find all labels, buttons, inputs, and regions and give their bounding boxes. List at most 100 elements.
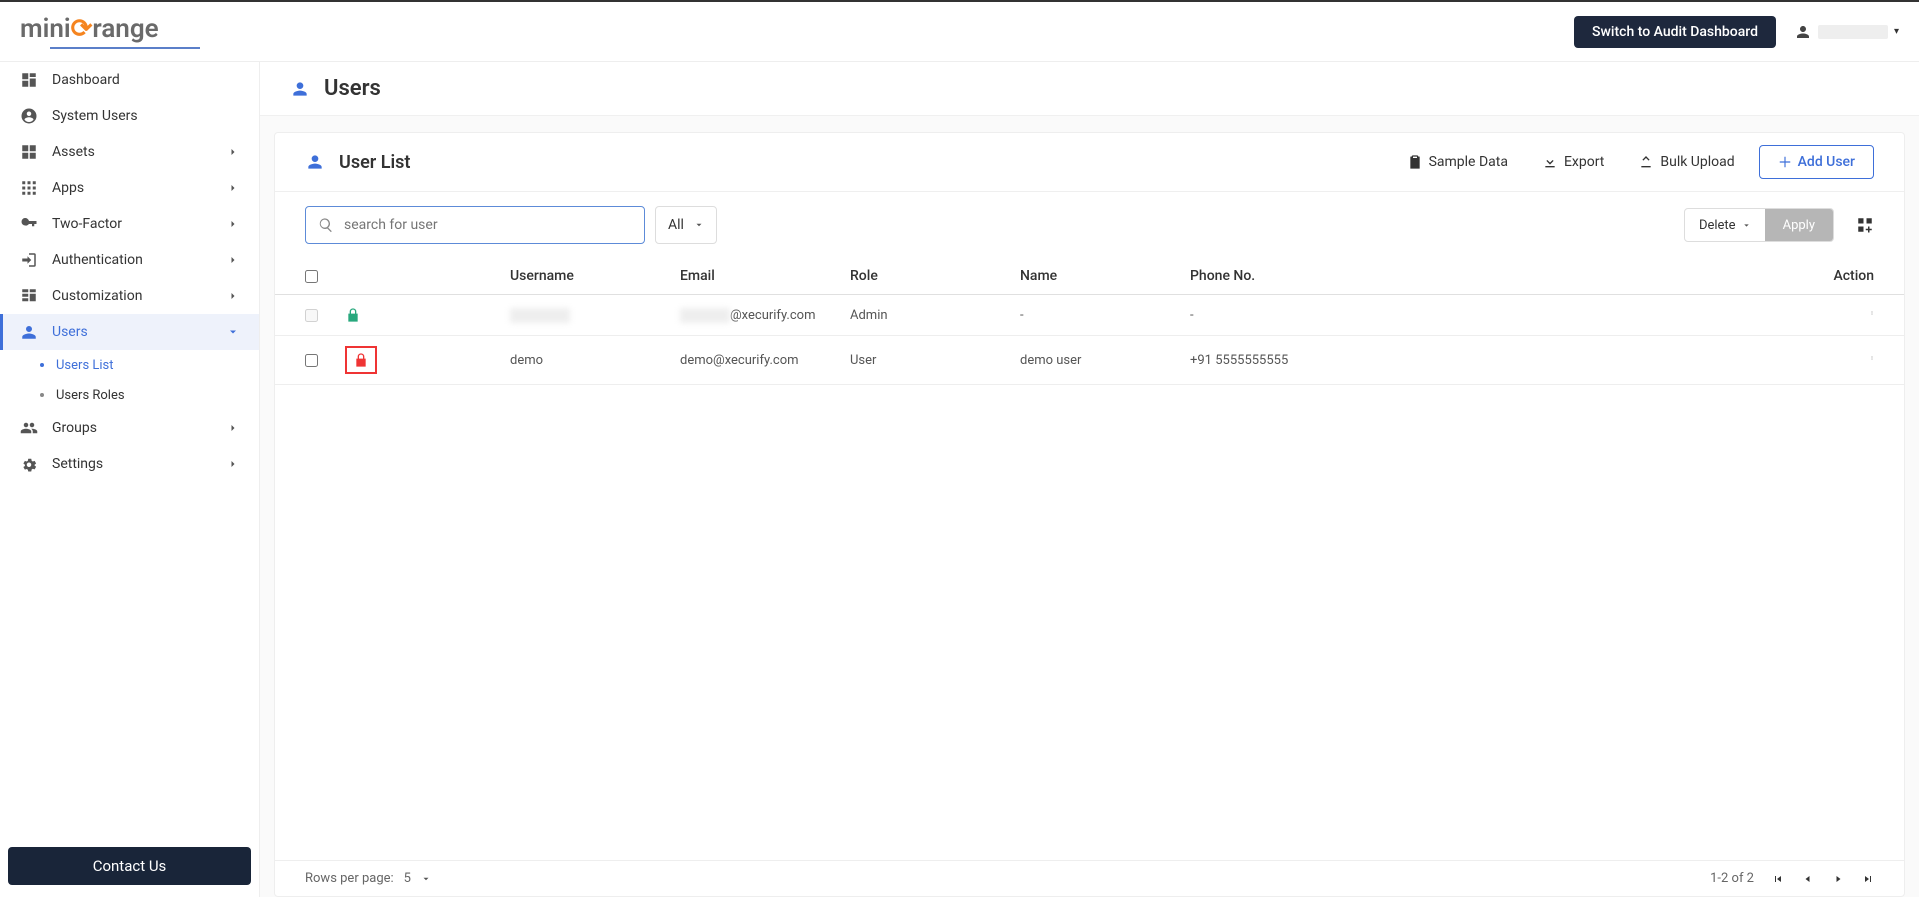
row-checkbox[interactable] — [305, 309, 318, 322]
user-menu[interactable]: ▾ — [1794, 23, 1899, 41]
search-field[interactable] — [305, 206, 645, 244]
gear-icon — [20, 455, 38, 473]
login-icon — [20, 251, 38, 269]
chevron-down-icon — [227, 326, 239, 338]
sidebar-item-authentication[interactable]: Authentication — [0, 242, 259, 278]
bulk-action-group: Delete Apply — [1684, 208, 1834, 242]
table-row: demo demo@xecurify.com User demo user +9… — [275, 336, 1904, 385]
sidebar-item-label: Dashboard — [52, 72, 239, 88]
logo-range: range — [92, 14, 158, 44]
sidebar-item-assets[interactable]: Assets — [0, 134, 259, 170]
sidebar-sub-users-list[interactable]: Users List — [0, 350, 259, 380]
panel-header: User List Sample Data Export Bulk Upload… — [275, 133, 1904, 191]
sidebar-item-label: Authentication — [52, 252, 213, 268]
first-page-button[interactable] — [1772, 873, 1784, 885]
sidebar-item-label: Assets — [52, 144, 213, 160]
sidebar-item-apps[interactable]: Apps — [0, 170, 259, 206]
search-input[interactable] — [344, 217, 632, 233]
sidebar-item-label: Two-Factor — [52, 216, 213, 232]
user-name-redacted — [1818, 25, 1888, 39]
user-list-panel: User List Sample Data Export Bulk Upload… — [274, 132, 1905, 897]
sidebar-item-two-factor[interactable]: Two-Factor — [0, 206, 259, 242]
chevron-right-icon — [227, 422, 239, 434]
sample-data-button[interactable]: Sample Data — [1397, 148, 1518, 176]
caret-down-icon — [1742, 221, 1751, 230]
sidebar-sub-users-roles[interactable]: Users Roles — [0, 380, 259, 410]
more-icon — [1870, 305, 1874, 321]
action-label: Add User — [1798, 154, 1855, 170]
topbar: mini⟳range Switch to Audit Dashboard ▾ — [0, 0, 1919, 62]
filter-value: All — [668, 217, 684, 233]
user-icon — [20, 323, 38, 341]
username-redacted — [510, 308, 570, 323]
cell-email: @xecurify.com — [730, 308, 815, 323]
panel-title: User List — [339, 152, 410, 173]
bulk-action-label: Delete — [1699, 218, 1736, 233]
more-icon — [1870, 350, 1874, 366]
sidebar-item-dashboard[interactable]: Dashboard — [0, 62, 259, 98]
table-header: Username Email Role Name Phone No. Actio… — [275, 258, 1904, 295]
page-title: Users — [324, 76, 381, 101]
sidebar-item-label: Users — [52, 324, 213, 340]
sidebar-item-users[interactable]: Users — [0, 314, 259, 350]
sidebar-item-settings[interactable]: Settings — [0, 446, 259, 482]
bulk-upload-button[interactable]: Bulk Upload — [1628, 148, 1744, 176]
logo-underline — [50, 47, 200, 49]
apply-button[interactable]: Apply — [1765, 209, 1833, 241]
sidebar-item-label: Customization — [52, 288, 213, 304]
logo[interactable]: mini⟳range — [20, 14, 200, 49]
cell-username: demo — [510, 353, 680, 368]
select-all-checkbox[interactable] — [305, 270, 318, 283]
chevron-right-icon — [227, 458, 239, 470]
caret-down-icon: ▾ — [1894, 26, 1899, 37]
caret-down-icon — [694, 220, 704, 230]
add-user-button[interactable]: Add User — [1759, 145, 1874, 179]
contact-us-button[interactable]: Contact Us — [8, 847, 251, 885]
avatar-icon — [1794, 23, 1812, 41]
logo-o: ⟳ — [71, 14, 93, 44]
sidebar-item-label: Groups — [52, 420, 213, 436]
cell-role: Admin — [850, 308, 1020, 323]
cell-phone: +91 5555555555 — [1190, 353, 1420, 368]
cell-phone: - — [1190, 308, 1420, 323]
person-icon — [305, 152, 325, 172]
sidebar-item-system-users[interactable]: System Users — [0, 98, 259, 134]
download-icon — [1542, 154, 1558, 170]
switch-dashboard-button[interactable]: Switch to Audit Dashboard — [1574, 16, 1776, 48]
page-header: Users — [260, 62, 1919, 116]
sidebar-sub-label: Users List — [56, 358, 114, 373]
chevron-right-icon — [227, 290, 239, 302]
upload-icon — [1638, 154, 1654, 170]
sidebar-item-groups[interactable]: Groups — [0, 410, 259, 446]
last-page-button[interactable] — [1862, 873, 1874, 885]
rows-per-page-select[interactable] — [421, 874, 431, 884]
bulk-action-select[interactable]: Delete — [1685, 209, 1765, 241]
pager: 1-2 of 2 — [1710, 871, 1874, 886]
col-role: Role — [850, 268, 1020, 284]
email-redacted — [680, 308, 730, 323]
next-page-button[interactable] — [1832, 873, 1844, 885]
person-icon — [290, 79, 310, 99]
sidebar-item-label: Settings — [52, 456, 213, 472]
row-action-menu[interactable] — [1870, 355, 1874, 370]
plus-icon — [1778, 155, 1792, 169]
logo-mini: mini — [20, 14, 71, 44]
groups-icon — [20, 419, 38, 437]
filter-select[interactable]: All — [655, 206, 717, 244]
grid-view-button[interactable] — [1856, 216, 1874, 234]
users-table: Username Email Role Name Phone No. Actio… — [275, 258, 1904, 385]
chevron-right-icon — [227, 218, 239, 230]
export-button[interactable]: Export — [1532, 148, 1614, 176]
table-footer: Rows per page: 5 1-2 of 2 — [275, 860, 1904, 896]
row-action-menu[interactable] — [1870, 310, 1874, 325]
sidebar-sub-label: Users Roles — [56, 388, 125, 403]
sidebar-item-customization[interactable]: Customization — [0, 278, 259, 314]
apps-icon — [20, 179, 38, 197]
dashboard-icon — [20, 71, 38, 89]
action-label: Bulk Upload — [1660, 154, 1734, 170]
chevron-right-icon — [227, 182, 239, 194]
row-checkbox[interactable] — [305, 354, 318, 367]
cell-name: - — [1020, 308, 1190, 323]
rows-per-page-label: Rows per page: — [305, 871, 394, 886]
prev-page-button[interactable] — [1802, 873, 1814, 885]
